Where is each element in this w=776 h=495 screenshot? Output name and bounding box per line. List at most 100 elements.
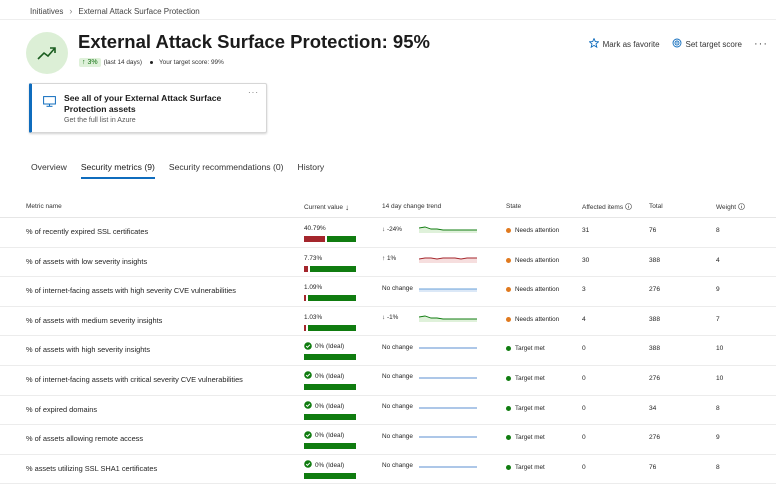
weight: 9: [716, 434, 720, 442]
trend-cell: ↑ 1%: [382, 255, 477, 263]
mark-favorite-label: Mark as favorite: [602, 39, 660, 49]
state-cell: Needs attention: [506, 227, 559, 234]
trend-value: ↓ -24%: [382, 225, 402, 233]
breadcrumb-current: External Attack Surface Protection: [78, 6, 200, 16]
state-cell: Needs attention: [506, 286, 559, 293]
column-affected-items[interactable]: Affected items: [582, 203, 632, 212]
trend-sparkline: [419, 466, 477, 468]
status-dot-icon: [506, 228, 511, 233]
metric-name: % of assets with low severity insights: [26, 256, 148, 266]
value-bar: [304, 383, 356, 390]
trend-text: -24%: [386, 225, 402, 233]
table-row[interactable]: % of assets allowing remote access 0% (I…: [0, 425, 776, 455]
column-trend[interactable]: 14 day change trend: [382, 203, 441, 210]
current-value-cell: 1.09%: [304, 283, 356, 302]
breadcrumb: Initiatives › External Attack Surface Pr…: [30, 6, 200, 16]
arrow-up-icon: ↑: [82, 59, 86, 66]
table-row[interactable]: % of recently expired SSL certificates 40…: [0, 218, 776, 248]
trend-sparkline: [419, 226, 477, 233]
column-weight[interactable]: Weight: [716, 203, 745, 212]
state-text: Needs attention: [515, 286, 560, 294]
chevron-right-icon: ›: [69, 6, 73, 16]
affected-items: 0: [582, 434, 586, 442]
info-icon[interactable]: [738, 203, 745, 212]
status-dot-icon: [506, 405, 511, 411]
total: 388: [649, 315, 661, 323]
weight: 4: [716, 256, 720, 264]
table-row[interactable]: % of expired domains 0% (Ideal) No chang…: [0, 396, 776, 426]
current-value: 0% (Ideal): [315, 432, 345, 440]
current-value: 40.79%: [304, 225, 326, 232]
state-text: Needs attention: [515, 315, 560, 323]
metric-name: % of internet-facing assets with high se…: [26, 286, 236, 296]
more-options-icon[interactable]: ···: [754, 38, 768, 50]
value-bar: [304, 324, 356, 331]
weight: 8: [716, 463, 720, 471]
table-row[interactable]: % of assets with medium severity insight…: [0, 307, 776, 337]
weight: 10: [716, 374, 724, 382]
state-text: Needs attention: [515, 227, 560, 234]
score-change-period: (last 14 days): [103, 59, 142, 66]
target-icon: [672, 38, 682, 50]
value-bar: [304, 443, 356, 450]
trend-cell: ↓ -1%: [382, 314, 477, 322]
trend-cell: No change: [382, 403, 477, 411]
card-title: See all of your External Attack Surface …: [64, 93, 222, 114]
total: 276: [649, 434, 661, 442]
trend-value: No change: [382, 285, 415, 292]
tab-bar: Overview Security metrics (9) Security r…: [31, 162, 338, 179]
column-affected-label: Affected items: [582, 204, 624, 211]
state-cell: Needs attention: [506, 316, 559, 323]
trend-sparkline: [419, 288, 477, 293]
separator-dot: [150, 61, 153, 64]
state-cell: Target met: [506, 345, 545, 352]
table-row[interactable]: % of internet-facing assets with high se…: [0, 277, 776, 307]
set-target-score-button[interactable]: Set target score: [672, 38, 742, 50]
column-total[interactable]: Total: [649, 203, 663, 210]
table-row[interactable]: % of assets with low severity insights 7.…: [0, 248, 776, 278]
state-cell: Target met: [506, 405, 545, 412]
divider: [0, 19, 776, 20]
mark-favorite-button[interactable]: Mark as favorite: [587, 37, 660, 50]
breadcrumb-initiatives[interactable]: Initiatives: [30, 7, 63, 16]
state-text: Target met: [515, 463, 545, 471]
column-state[interactable]: State: [506, 203, 521, 210]
tab-overview[interactable]: Overview: [31, 162, 67, 179]
trend-value: No change: [382, 433, 415, 440]
target-score-text: Your target score: 99%: [159, 59, 224, 66]
checkmark-circle-icon: [304, 401, 312, 411]
trend-cell: No change: [382, 432, 477, 440]
checkmark-circle-icon: [304, 430, 312, 441]
trend-value: No change: [382, 403, 415, 410]
checkmark-circle-icon: [304, 371, 312, 381]
value-bar: [304, 354, 356, 361]
current-value-cell: 0% (Ideal): [304, 371, 356, 390]
status-dot-icon: [506, 257, 511, 263]
tab-security-metrics[interactable]: Security metrics (9): [80, 162, 155, 179]
score-change-value: 3%: [87, 59, 98, 66]
metric-name: % of internet-facing assets with critica…: [26, 374, 243, 384]
tab-history[interactable]: History: [297, 162, 324, 179]
weight: 8: [716, 227, 720, 234]
table-row[interactable]: % assets utilizing SSL SHA1 certificates…: [0, 455, 776, 485]
trend-text: -1%: [386, 314, 399, 322]
trend-sparkline: [419, 436, 477, 438]
trend-cell: ↓ -24%: [382, 225, 477, 233]
state-text: Target met: [515, 404, 545, 412]
current-value: 0% (Ideal): [315, 372, 345, 380]
column-current-value[interactable]: Current value ↓: [304, 203, 349, 212]
trending-up-icon: [26, 32, 68, 74]
card-more-icon[interactable]: ···: [248, 88, 259, 97]
info-icon[interactable]: [625, 203, 632, 212]
state-text: Target met: [515, 374, 545, 382]
current-value: 0% (Ideal): [315, 461, 345, 469]
table-row[interactable]: % of internet-facing assets with critica…: [0, 366, 776, 396]
monitor-icon: [43, 94, 56, 112]
azure-assets-card[interactable]: See all of your External Attack Surface …: [29, 83, 267, 133]
column-total-label: Total: [649, 203, 663, 210]
column-metric-name[interactable]: Metric name: [26, 203, 62, 210]
current-value-cell: 0% (Ideal): [304, 342, 356, 361]
tab-security-recommendations[interactable]: Security recommendations (0): [169, 162, 284, 179]
table-row[interactable]: % of assets with high severity insights …: [0, 336, 776, 366]
current-value: 7.73%: [304, 254, 323, 262]
